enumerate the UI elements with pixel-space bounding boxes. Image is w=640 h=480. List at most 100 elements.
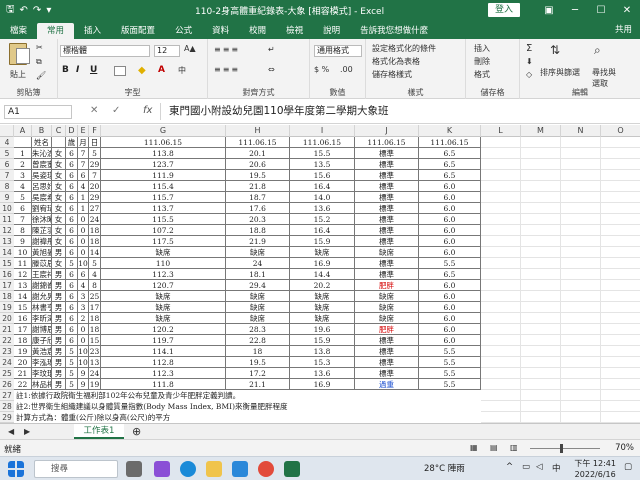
note-text[interactable]: 計算方式為：體重(公斤)除以身高(公尺)的平方 <box>16 412 170 423</box>
cell-d[interactable]: 15 <box>89 335 101 346</box>
cell-w[interactable]: 20.6 <box>226 159 290 170</box>
cell-d[interactable]: 18 <box>89 324 101 335</box>
cell-bmi[interactable]: 16.9 <box>290 379 355 390</box>
page-break-icon[interactable]: ▥ <box>510 443 518 452</box>
cell-n[interactable]: 12 <box>14 269 32 280</box>
cell-d[interactable]: 7 <box>89 170 101 181</box>
volume-icon[interactable]: ◁ <box>536 462 543 472</box>
font-color-icon[interactable]: A <box>158 65 165 75</box>
network-icon[interactable]: ▭ <box>522 462 530 472</box>
cell-v[interactable]: 5.5 <box>419 357 481 368</box>
tray-up-icon[interactable]: ^ <box>506 462 513 472</box>
cell-bmi[interactable]: 缺席 <box>290 302 355 313</box>
empty-cell[interactable] <box>521 412 561 423</box>
cell-v[interactable]: 6.0 <box>419 225 481 236</box>
cell-h[interactable]: 缺席 <box>101 313 226 324</box>
cell-m[interactable]: 3 <box>78 302 89 313</box>
cell-s[interactable]: 標準 <box>355 170 419 181</box>
grow-font-icon[interactable]: A▲ <box>184 44 196 53</box>
empty-cell[interactable] <box>561 412 601 423</box>
cell-v[interactable]: 6.5 <box>419 148 481 159</box>
empty-cell[interactable] <box>601 181 640 192</box>
cell-name[interactable]: 林書亨 <box>32 302 52 313</box>
note-text[interactable]: 註2:世界衛生組織建議以身體質量指數(Body Mass Index, BMI)… <box>16 401 288 412</box>
empty-cell[interactable] <box>521 258 561 269</box>
merge-center-icon[interactable]: ⇔ <box>268 65 275 74</box>
windows-start-icon[interactable] <box>8 461 24 477</box>
cell-n[interactable]: 8 <box>14 225 32 236</box>
page-layout-icon[interactable]: ▤ <box>490 443 498 452</box>
cell-m[interactable]: 7 <box>78 159 89 170</box>
number-format-select[interactable]: 通用格式 <box>314 45 362 57</box>
empty-cell[interactable] <box>521 214 561 225</box>
cell-name[interactable]: 陳芷羽 <box>32 225 52 236</box>
cell-sex[interactable]: 男 <box>52 280 66 291</box>
cell-sex[interactable]: 女 <box>52 170 66 181</box>
cell-h[interactable]: 117.5 <box>101 236 226 247</box>
cell-v[interactable]: 6.0 <box>419 302 481 313</box>
empty-cell[interactable] <box>561 357 601 368</box>
empty-cell[interactable] <box>481 214 521 225</box>
cell-y[interactable]: 6 <box>66 236 78 247</box>
column-header-E[interactable]: E <box>78 125 89 137</box>
cell-s[interactable]: 標準 <box>355 236 419 247</box>
cell-name[interactable]: 曾宸蜜 <box>32 159 52 170</box>
cell-w[interactable]: 28.3 <box>226 324 290 335</box>
empty-cell[interactable] <box>601 412 640 423</box>
empty-cell[interactable] <box>561 346 601 357</box>
cell-y[interactable]: 6 <box>66 324 78 335</box>
row-header-4[interactable]: 4 <box>0 137 14 148</box>
cell-y[interactable]: 6 <box>66 269 78 280</box>
cell-n[interactable]: 3 <box>14 170 32 181</box>
cell-w[interactable]: 缺席 <box>226 291 290 302</box>
cell-m[interactable]: 4 <box>78 280 89 291</box>
empty-cell[interactable] <box>561 214 601 225</box>
cell-sex[interactable]: 女 <box>52 159 66 170</box>
cell-h[interactable]: 115.4 <box>101 181 226 192</box>
cell-d[interactable]: 5 <box>89 258 101 269</box>
cell-name[interactable]: 滕苡辰 <box>32 258 52 269</box>
row-header-11[interactable]: 11 <box>0 214 14 225</box>
cell-v[interactable]: 6.0 <box>419 203 481 214</box>
add-sheet-icon[interactable]: ⊕ <box>132 425 141 438</box>
empty-cell[interactable] <box>481 302 521 313</box>
header-age-years[interactable]: 歲 <box>66 137 78 148</box>
empty-cell[interactable] <box>601 214 640 225</box>
format-cells-button[interactable]: 格式 <box>474 69 490 80</box>
column-header-D[interactable]: D <box>66 125 78 137</box>
cell-v[interactable]: 6.5 <box>419 170 481 181</box>
empty-cell[interactable] <box>481 346 521 357</box>
cell-bmi[interactable]: 16.4 <box>290 225 355 236</box>
find-select-button[interactable]: 尋找與選取 <box>592 67 622 89</box>
wrap-text-icon[interactable]: ↵ <box>268 45 275 54</box>
row-header-29[interactable]: 29 <box>0 412 14 423</box>
row-header-18[interactable]: 18 <box>0 291 14 302</box>
cell-w[interactable]: 19.5 <box>226 357 290 368</box>
task-view-icon[interactable] <box>126 461 142 477</box>
format-as-table-button[interactable]: 格式化為表格 <box>372 56 420 67</box>
cell-w[interactable]: 21.1 <box>226 379 290 390</box>
tab-7[interactable]: 檢視 <box>276 23 313 39</box>
weather-text[interactable]: 28°C 陣雨 <box>424 462 465 474</box>
cell-n[interactable]: 16 <box>14 313 32 324</box>
row-header-6[interactable]: 6 <box>0 159 14 170</box>
cell-d[interactable]: 27 <box>89 203 101 214</box>
chrome-icon[interactable] <box>258 461 274 477</box>
cell-s[interactable]: 標準 <box>355 335 419 346</box>
copy-icon[interactable]: ⧉ <box>36 57 42 67</box>
cell-d[interactable]: 18 <box>89 236 101 247</box>
sort-filter-button[interactable]: 排序與篩選 <box>540 67 580 78</box>
cell-w[interactable]: 20.1 <box>226 148 290 159</box>
cell-d[interactable]: 24 <box>89 368 101 379</box>
empty-cell[interactable] <box>561 137 601 148</box>
empty-cell[interactable] <box>601 236 640 247</box>
empty-cell[interactable] <box>481 269 521 280</box>
file-explorer-icon[interactable] <box>206 461 222 477</box>
empty-cell[interactable] <box>521 291 561 302</box>
row-header-7[interactable]: 7 <box>0 170 14 181</box>
fill-icon[interactable]: ⬇ <box>526 57 533 66</box>
system-clock[interactable]: 下午 12:41 2022/6/16 <box>574 458 616 480</box>
cell-n[interactable]: 1 <box>14 148 32 159</box>
cell-sex[interactable]: 女 <box>52 192 66 203</box>
cell-name[interactable]: 謝博辰 <box>32 324 52 335</box>
